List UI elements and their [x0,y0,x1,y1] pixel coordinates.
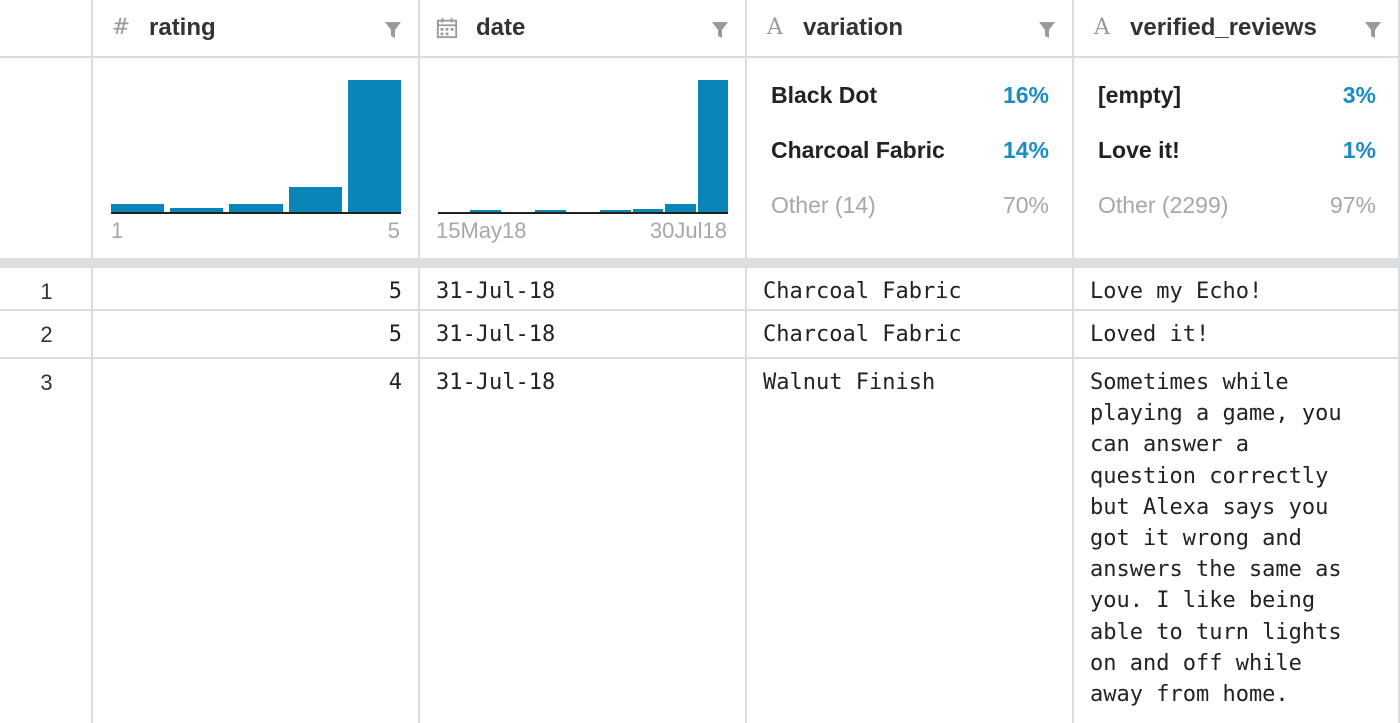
text-type-icon: A [1094,15,1110,40]
cell-value: Charcoal Fabric [763,322,962,347]
number-type-icon: # [111,15,131,40]
table-cell-verified-reviews[interactable]: Love my Echo! [1074,268,1400,311]
table-cell-rating[interactable]: 5 [93,311,420,359]
date-histogram[interactable] [438,72,728,214]
calendar-icon [436,17,458,39]
category-percent: 70% [1002,192,1049,218]
verified-reviews-summary: [empty] 3% Love it! 1% Other (2299) 97% [1074,58,1400,258]
histogram-bar[interactable] [697,80,728,212]
cell-value: 31-Jul-18 [436,279,556,304]
histogram-bar[interactable] [535,210,566,212]
cell-value: Charcoal Fabric [763,279,962,304]
column-name: verified_reviews [1130,14,1317,41]
table-cell-rating[interactable]: 4 [93,359,420,723]
histogram-bar[interactable] [665,204,696,212]
cell-value: 4 [388,370,402,395]
table-cell-variation[interactable]: Charcoal Fabric [747,311,1074,359]
filter-icon[interactable] [384,20,402,40]
cell-value: 5 [388,322,402,347]
cell-value: Sometimes while playing a game, you can … [1090,370,1342,708]
table-cell-variation[interactable]: Charcoal Fabric [747,268,1074,311]
text-type-icon: A [767,15,783,40]
column-header-verified-reviews[interactable]: A verified_reviews [1074,0,1400,58]
filter-icon[interactable] [1364,20,1382,40]
row-number-label: 1 [40,279,53,304]
date-summary: 15May18 30Jul18 [420,58,747,258]
histogram-bar[interactable] [111,204,165,212]
filter-icon[interactable] [711,20,729,40]
histogram-bar[interactable] [347,80,401,212]
histogram-bar[interactable] [600,210,631,212]
histogram-bar[interactable] [632,209,664,212]
table-cell-verified-reviews[interactable]: Loved it! [1074,311,1400,359]
column-header-variation[interactable]: A variation [747,0,1074,58]
category-item[interactable]: [empty] 3% [1098,82,1376,112]
column-name: rating [149,14,216,41]
data-grid: # rating date A variation A verified_rev… [0,0,1400,723]
histogram-axis [111,212,401,214]
row-number-header [0,0,93,58]
summary-divider [0,258,1400,268]
category-item-other[interactable]: Other (2299) 97% [1098,192,1376,222]
histogram-min-label: 1 [111,218,124,243]
cell-value: 31-Jul-18 [436,370,556,395]
histogram-min-label: 15May18 [436,218,527,243]
row-number-label: 2 [40,322,53,347]
category-label: Other (2299) [1098,192,1229,218]
table-cell-date[interactable]: 31-Jul-18 [420,359,747,723]
category-percent: 16% [1002,82,1049,108]
table-cell-verified-reviews[interactable]: Sometimes while playing a game, you can … [1074,359,1400,723]
cell-value: Loved it! [1090,322,1210,347]
category-item[interactable]: Love it! 1% [1098,137,1376,167]
table-cell-date[interactable]: 31-Jul-18 [420,268,747,311]
histogram-bar[interactable] [470,210,501,212]
category-percent: 3% [1342,82,1376,108]
column-header-rating[interactable]: # rating [93,0,420,58]
category-item[interactable]: Black Dot 16% [771,82,1049,112]
table-cell-rating[interactable]: 5 [93,268,420,311]
category-label: Love it! [1098,137,1180,163]
category-label: [empty] [1098,82,1182,108]
category-label: Black Dot [771,82,878,108]
variation-summary: Black Dot 16% Charcoal Fabric 14% Other … [747,58,1074,258]
column-header-date[interactable]: date [420,0,747,58]
row-number[interactable]: 1 [0,268,93,311]
table-cell-variation[interactable]: Walnut Finish [747,359,1074,723]
filter-icon[interactable] [1038,20,1056,40]
column-name: date [476,14,526,41]
histogram-max-label: 5 [387,218,400,243]
histogram-bar[interactable] [170,208,224,212]
row-number[interactable]: 2 [0,311,93,359]
category-label: Other (14) [771,192,876,218]
histogram-bar[interactable] [288,186,342,212]
category-item[interactable]: Charcoal Fabric 14% [771,137,1049,167]
row-number[interactable]: 3 [0,359,93,723]
histogram-axis [438,212,728,214]
cell-value: Love my Echo! [1090,279,1263,304]
category-percent: 97% [1329,192,1376,218]
category-item-other[interactable]: Other (14) 70% [771,192,1049,222]
cell-value: Walnut Finish [763,370,936,395]
rating-histogram[interactable] [111,72,401,214]
category-label: Charcoal Fabric [771,137,945,163]
table-cell-date[interactable]: 31-Jul-18 [420,311,747,359]
column-name: variation [803,14,904,41]
cell-value: 31-Jul-18 [436,322,556,347]
category-percent: 1% [1342,137,1376,163]
cell-value: 5 [388,279,402,304]
histogram-max-label: 30Jul18 [649,218,727,243]
summary-row-gutter [0,58,93,258]
histogram-bar[interactable] [229,204,283,212]
category-percent: 14% [1002,137,1049,163]
row-number-label: 3 [40,370,53,395]
rating-summary: 1 5 [93,58,420,258]
